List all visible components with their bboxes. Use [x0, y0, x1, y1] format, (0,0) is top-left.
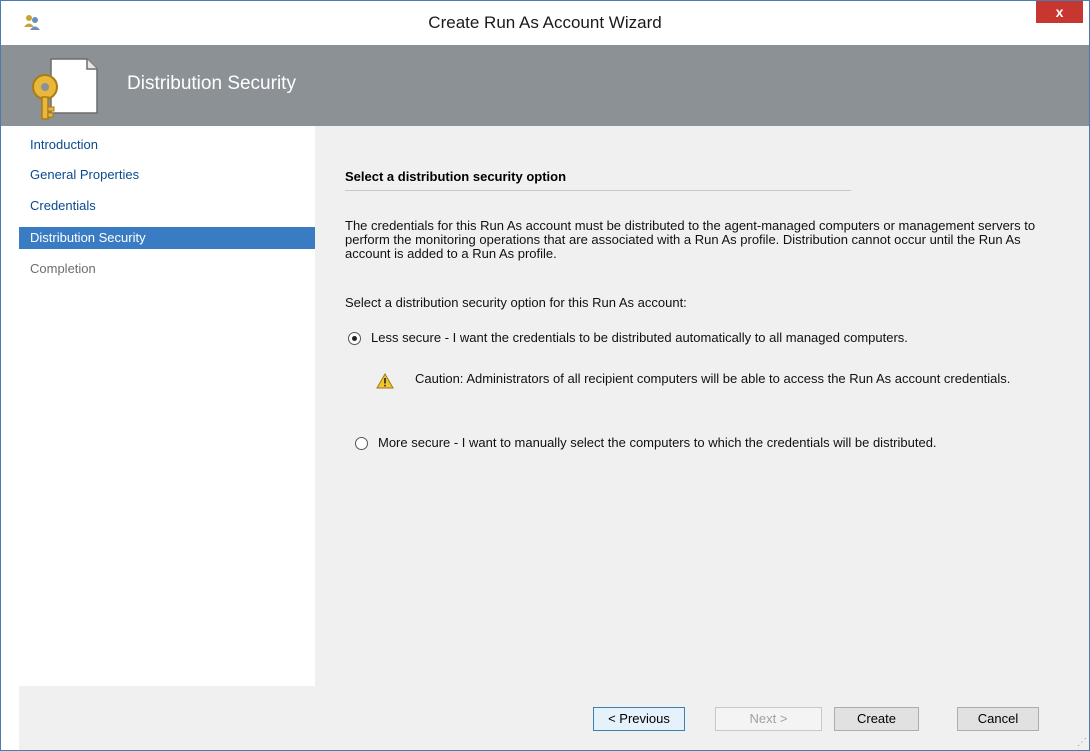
wizard-content: Select a distribution security option Th…: [315, 126, 1089, 686]
next-button: Next >: [715, 707, 822, 731]
step-introduction[interactable]: Introduction: [19, 134, 315, 156]
step-credentials[interactable]: Credentials: [19, 195, 315, 217]
title-bar[interactable]: Create Run As Account Wizard x: [1, 1, 1089, 45]
resize-grip-icon[interactable]: ⋰: [1077, 738, 1087, 748]
close-button[interactable]: x: [1036, 1, 1083, 23]
more-secure-label[interactable]: More secure - I want to manually select …: [378, 435, 1051, 450]
step-completion: Completion: [30, 261, 96, 276]
section-divider: [345, 190, 851, 191]
caution-text: Caution: Administrators of all recipient…: [415, 371, 1011, 386]
less-secure-label[interactable]: Less secure - I want the credentials to …: [371, 330, 1051, 345]
create-button[interactable]: Create: [834, 707, 919, 731]
option-prompt: Select a distribution security option fo…: [345, 295, 687, 310]
wizard-step-list: Introduction General Properties Credenti…: [19, 126, 315, 686]
step-distribution-security[interactable]: Distribution Security: [19, 227, 315, 249]
cancel-button[interactable]: Cancel: [957, 707, 1039, 731]
less-secure-radio[interactable]: [348, 332, 361, 345]
wizard-window: Create Run As Account Wizard x Distribut…: [0, 0, 1090, 751]
page-title: Distribution Security: [127, 73, 296, 94]
section-title: Select a distribution security option: [345, 169, 567, 184]
more-secure-radio[interactable]: [355, 437, 368, 450]
wizard-header: Distribution Security: [1, 45, 1089, 126]
previous-button[interactable]: < Previous: [593, 707, 685, 731]
description-text: The credentials for this Run As account …: [345, 218, 1036, 261]
window-title: Create Run As Account Wizard: [428, 13, 662, 32]
key-document-icon: [32, 58, 98, 120]
wizard-footer: < Previous Next > Create Cancel ⋰: [19, 686, 1089, 750]
warning-icon: [376, 373, 394, 389]
step-general-properties[interactable]: General Properties: [19, 164, 315, 186]
